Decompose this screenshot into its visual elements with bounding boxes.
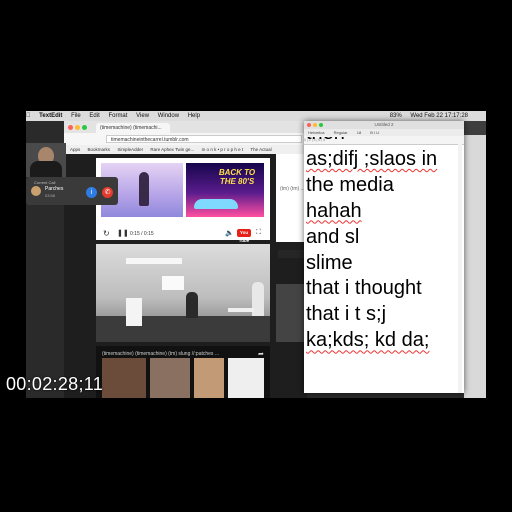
post-thumbnail[interactable] [194,358,224,398]
font-style-select[interactable]: Regular [334,130,348,135]
font-size-select[interactable]: 18 [357,130,361,135]
video-time: 0:15 / 0:15 [130,231,154,237]
text-line: slime [306,251,353,274]
background-window [464,121,486,398]
side-post[interactable] [276,154,307,242]
caller-name: Parches [45,186,64,192]
end-call-button[interactable]: ✆ [102,187,113,198]
text-line: that i t s;j [306,303,387,326]
caller-video [26,143,66,177]
url-field[interactable]: timemachineinthecarrel.tumblr.com [106,135,302,143]
editor-close-button[interactable] [307,123,311,127]
thumbnail-title: BACK TO THE 80'S [218,168,256,186]
text-line: the media [306,173,394,196]
side-post-photo[interactable] [276,284,307,342]
car-graphic [194,199,238,209]
post-thumbnail[interactable] [228,358,264,398]
font-family-select[interactable]: Helvetica [308,130,324,135]
battery-status[interactable]: 83% [390,113,402,119]
text-line-content: hahah [306,199,362,222]
avatar [31,186,41,196]
close-window-button[interactable] [68,125,73,130]
replay-icon[interactable]: ↻ [103,229,110,238]
text-line-content: as;difj ;slaos in [306,147,438,170]
browser-tab[interactable]: (timemachine) (timemachi... [96,123,170,133]
editor-minimize-button[interactable] [313,123,317,127]
ceiling-light [126,258,182,264]
bookmark-item[interactable]: SimpleAdder [117,147,143,152]
caller-body [30,161,62,177]
call-title: Current Call [34,180,56,185]
menubar-clock[interactable]: Wed Feb 22 17:17:28 [410,113,468,119]
call-info-button[interactable]: i [86,187,97,198]
video-timecode: 00:02:28;11 [6,374,104,394]
post-title[interactable]: (timemachine) (timemachine) (tm) slung /… [102,351,262,357]
text-line: that i thought [306,277,422,300]
menu-format[interactable]: Format [108,113,127,119]
mac-menubar:  TextEdit File Edit Format View Window … [26,111,486,121]
bookmark-item[interactable]: The Actual [250,147,271,152]
text-line: and sl [306,225,360,248]
format-toolbar: Helvetica Regular 18 B I U [304,129,464,136]
call-duration: 03:58 [45,193,56,198]
gallery-floor [96,316,270,342]
table [228,308,254,312]
bookmark-item[interactable]: m o n k • p r o p h e t [202,147,244,152]
style-buttons[interactable]: B I U [370,130,379,135]
seated-person [186,292,198,318]
menu-help[interactable]: Help [188,113,200,119]
separator [278,250,306,258]
volume-icon[interactable]: 🔈 [225,229,234,237]
fullscreen-icon[interactable]: ⛶ [256,229,261,237]
bookmark-item[interactable]: Bookmarks [88,147,111,152]
menu-window[interactable]: Window [158,113,179,119]
share-icon[interactable]: ➦ [258,350,264,358]
text-line: ka;kds; kd da; [306,328,464,354]
menu-edit[interactable]: Edit [89,113,99,119]
apple-icon[interactable]:  [26,113,31,119]
post-thumbnail[interactable] [102,358,146,398]
post-thumbnail[interactable] [150,358,190,398]
text-line-content: ka;kds; kd da; [306,329,430,352]
next-arrow-icon[interactable]: › [264,183,267,192]
bookmark-item[interactable]: Apps [70,147,80,152]
menu-view[interactable]: View [136,113,149,119]
editor-scrollbar[interactable] [458,144,462,393]
projection-screen [162,276,184,290]
minimize-window-button[interactable] [75,125,80,130]
text-line: as;difj ;slaos in [306,147,464,173]
editor-zoom-button[interactable] [319,123,323,127]
zoom-window-button[interactable] [82,125,87,130]
side-post-label: (tm) (tm) ... [280,186,305,192]
bookmarks-bar: Apps Bookmarks SimpleAdder Rare Aphex Tw… [64,145,307,154]
text-line: then [306,137,464,147]
pause-icon[interactable]: ❚❚ [117,229,129,237]
text-line: hahah [306,199,464,225]
menu-file[interactable]: File [71,113,81,119]
editor-text-area[interactable]: then as;difj ;slaos in the media hahah a… [306,137,464,393]
youtube-logo[interactable]: You Tube [237,229,251,243]
menu-app-name[interactable]: TextEdit [39,113,62,119]
bookmark-item[interactable]: Rare Aphex Twin ge... [150,147,194,152]
pedestal [126,298,142,326]
background-window-header [464,121,486,135]
figure-silhouette [139,172,149,206]
editor-title: Untitled 2 [304,121,464,129]
